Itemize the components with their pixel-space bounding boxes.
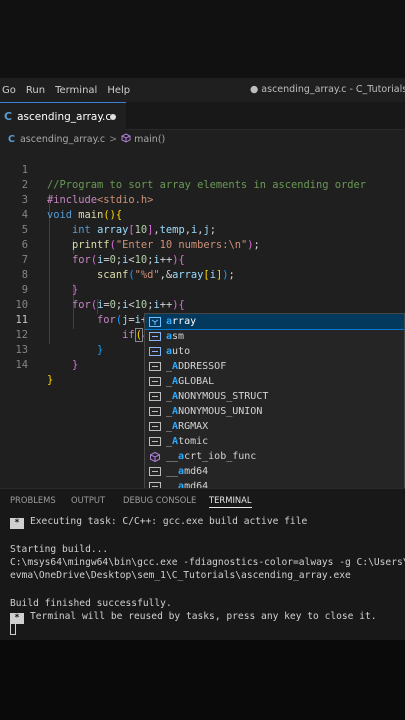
task-star-icon: * <box>10 518 24 529</box>
suggestion-prefix: __ <box>166 466 179 477</box>
suggestion-item[interactable]: _ A RGMAX <box>145 419 404 434</box>
tab-label: ascending_array.c <box>17 110 112 123</box>
keyword-icon <box>149 467 161 476</box>
suggestion-rest: DDRESSOF <box>178 361 227 372</box>
suggestion-item[interactable]: a uto <box>145 344 404 359</box>
breadcrumb: C ascending_array.c > main() <box>0 130 405 148</box>
editor-tab-bar: C ascending_array.c <box>0 102 405 130</box>
code-line: 8 } <box>0 253 405 296</box>
keyword-icon <box>149 437 161 446</box>
suggestion-item[interactable]: _ A GLOBAL <box>145 374 404 389</box>
suggestion-rest: crt_iob_func <box>184 451 257 462</box>
keyword-icon <box>149 362 161 371</box>
suggestion-prefix: __ <box>166 451 179 462</box>
panel-tabs: PROBLEMS OUTPUT DEBUG CONSOLE TERMINAL <box>0 489 405 511</box>
window-title: ● ascending_array.c - C_Tutorials - Vi <box>250 84 405 95</box>
keyword-icon <box>149 392 161 401</box>
suggestion-item[interactable]: _ A NONYMOUS_STRUCT <box>145 389 404 404</box>
suggestion-item[interactable]: _ A NONYMOUS_UNION <box>145 404 404 419</box>
suggestion-item[interactable]: a rray <box>145 314 404 330</box>
suggestion-item[interactable]: _ A DDRESSOF <box>145 359 404 374</box>
keyword-icon <box>149 347 161 356</box>
keyword-icon <box>149 332 161 341</box>
code-line: 10 for(j=i+1;j<10;j++){ <box>0 283 405 326</box>
terminal-line: Build finished successfully. <box>10 598 172 609</box>
suggestion-item[interactable]: __ a md64 <box>145 464 404 479</box>
variable-icon <box>149 316 161 327</box>
code-line: 7 scanf("%d",&array[i]); <box>0 238 405 281</box>
terminal-line: Starting build... <box>10 544 109 555</box>
tab-ascending-array[interactable]: C ascending_array.c <box>0 102 126 130</box>
menu-terminal[interactable]: Terminal <box>50 85 102 96</box>
code-line: 2 #include<stdio.h> <box>0 163 405 206</box>
suggestion-rest: md64 <box>184 466 209 477</box>
video-top-band <box>0 0 405 78</box>
terminal-output[interactable]: * Executing task: C/C++: gcc.exe build ac… <box>10 515 405 635</box>
code-line: 5 printf("Enter 10 numbers:\n"); <box>0 208 405 251</box>
c-file-icon: C <box>4 110 13 123</box>
code-line: 1 //Program to sort array elements in as… <box>0 148 405 191</box>
suggestion-rest: uto <box>172 346 191 357</box>
menu-bar: Go Run Terminal Help ● ascending_array.c… <box>0 78 405 102</box>
autocomplete-suggestions[interactable]: a rray a sm a uto _ A DDRESSOF _ A GLOBAL _ A NON… <box>144 313 405 496</box>
terminal-task-text: Executing task: C/C++: gcc.exe build act… <box>30 516 308 527</box>
breadcrumb-symbol[interactable]: main() <box>134 134 165 145</box>
function-icon <box>121 132 131 146</box>
unsaved-dot-icon[interactable] <box>110 114 116 120</box>
terminal-line: * Executing task: C/C++: gcc.exe build ac… <box>10 515 308 529</box>
terminal-line <box>10 623 16 636</box>
bottom-panel: PROBLEMS OUTPUT DEBUG CONSOLE TERMINAL *… <box>0 488 405 640</box>
suggestion-rest: NONYMOUS_UNION <box>178 406 263 417</box>
keyword-icon <box>149 407 161 416</box>
suggestion-rest: RGMAX <box>178 421 209 432</box>
function-icon <box>149 451 161 462</box>
suggestion-item[interactable]: _ Atomic <box>145 434 404 449</box>
terminal-cursor <box>10 623 16 635</box>
terminal-line: C:\msys64\mingw64\bin\gcc.exe -fdiagnost… <box>10 557 405 568</box>
code-line-active: 11 if(a) <box>0 298 405 342</box>
line-number: 14 <box>15 359 28 371</box>
tab-terminal[interactable]: TERMINAL <box>209 495 252 508</box>
video-bottom-band <box>0 640 405 720</box>
menu-help[interactable]: Help <box>102 85 135 96</box>
menu-go[interactable]: Go <box>0 85 21 96</box>
terminal-line: * Terminal will be reused by tasks, press… <box>10 610 377 624</box>
terminal-reuse-text: Terminal will be reused by tasks, press … <box>30 611 377 622</box>
tab-output[interactable]: OUTPUT <box>71 495 105 505</box>
suggestion-rest: tomic <box>178 436 209 447</box>
suggestion-rest: rray <box>172 316 197 327</box>
suggestion-rest: NONYMOUS_STRUCT <box>178 391 269 402</box>
code-line: 3 void main(){ <box>0 178 405 221</box>
suggestion-rest: sm <box>172 331 185 342</box>
tab-debug-console[interactable]: DEBUG CONSOLE <box>123 495 196 505</box>
suggestion-item[interactable]: a sm <box>145 329 404 344</box>
keyword-icon <box>149 422 161 431</box>
c-file-icon: C <box>8 133 15 145</box>
breadcrumb-file[interactable]: ascending_array.c <box>20 134 105 145</box>
tab-problems[interactable]: PROBLEMS <box>10 495 56 505</box>
breadcrumb-separator: > <box>109 133 118 145</box>
code-line: 4 int array[10],temp,i,j; <box>0 193 405 236</box>
suggestion-rest: GLOBAL <box>178 376 215 387</box>
keyword-icon <box>149 377 161 386</box>
suggestion-item[interactable]: __ a crt_iob_func <box>145 449 404 464</box>
terminal-line: evma\OneDrive\Desktop\sem_1\C_Tutorials\… <box>10 570 351 581</box>
menu-run[interactable]: Run <box>21 85 50 96</box>
code-line: 9 for(i=0;i<10;i++){ <box>0 268 405 311</box>
code-line: 6 for(i=0;i<10;i++){ <box>0 223 405 266</box>
